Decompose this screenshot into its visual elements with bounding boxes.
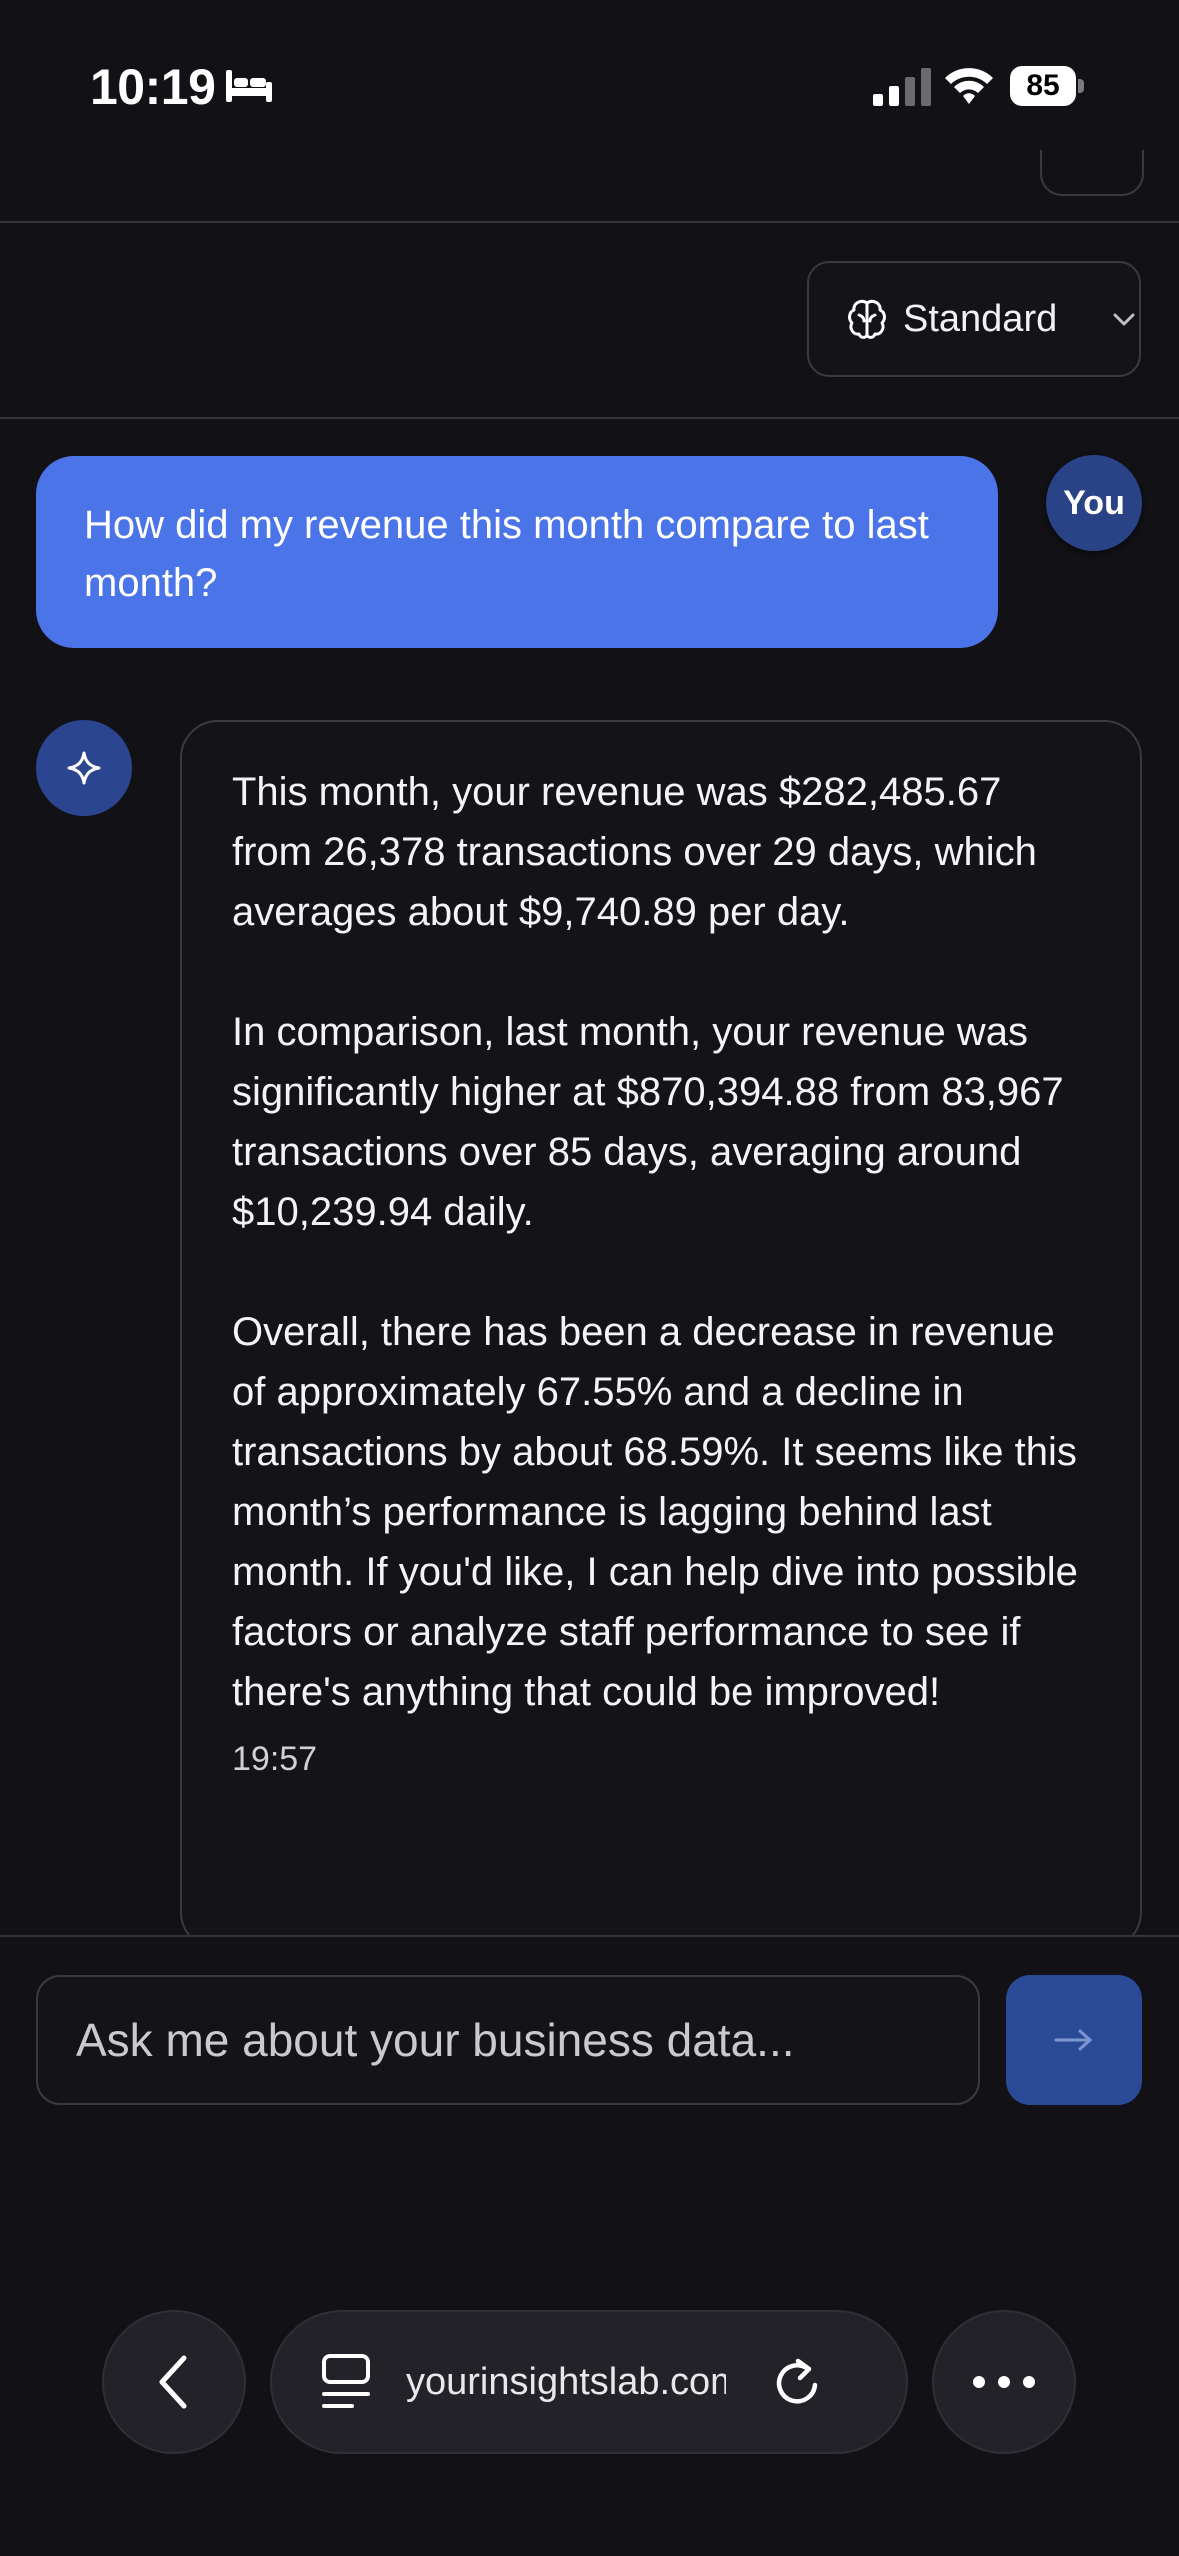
user-message-bubble: How did my revenue this month compare to… <box>36 456 998 648</box>
chevron-down-icon <box>1113 313 1135 326</box>
model-selector[interactable]: Standard <box>807 261 1141 377</box>
sparkle-icon <box>67 751 101 785</box>
toolbar-divider <box>0 417 1179 419</box>
assistant-message-paragraph: In comparison, last month, your revenue … <box>232 1010 1064 1234</box>
wifi-icon <box>945 68 993 104</box>
assistant-message-bubble: This month, your revenue was $282,485.67… <box>180 720 1142 1950</box>
battery-cap <box>1078 79 1084 93</box>
back-button[interactable] <box>102 2310 246 2454</box>
chevron-left-icon <box>159 2355 187 2409</box>
header-divider <box>0 221 1179 223</box>
chat-input[interactable]: Ask me about your business data... <box>36 1975 980 2105</box>
url-text: yourinsightslab.com <box>406 2360 726 2403</box>
status-time: 10:19 <box>90 59 216 115</box>
arrow-right-icon <box>1054 2029 1092 2051</box>
battery-level: 85 <box>1010 66 1076 106</box>
brain-icon <box>848 299 886 339</box>
more-dots-icon <box>973 2376 1035 2388</box>
send-button[interactable] <box>1006 1975 1142 2105</box>
url-bar[interactable]: yourinsightslab.com <box>270 2310 908 2454</box>
assistant-message-paragraph: Overall, there has been a decrease in re… <box>232 1310 1078 1714</box>
composer-divider <box>0 1935 1179 1937</box>
user-avatar: You <box>1046 455 1142 551</box>
assistant-message-paragraph: This month, your revenue was $282,485.67… <box>232 770 1037 934</box>
more-options-button[interactable] <box>932 2310 1076 2454</box>
tab-overview-icon <box>322 2354 370 2408</box>
battery-indicator: 85 <box>1010 66 1086 106</box>
header-button-partial[interactable] <box>1040 150 1144 196</box>
cellular-signal-icon <box>873 68 931 106</box>
message-timestamp: 19:57 <box>232 1740 318 1778</box>
reload-icon[interactable] <box>772 2355 822 2409</box>
assistant-avatar <box>36 720 132 816</box>
bed-icon <box>226 70 272 102</box>
model-selector-label: Standard <box>903 297 1058 340</box>
